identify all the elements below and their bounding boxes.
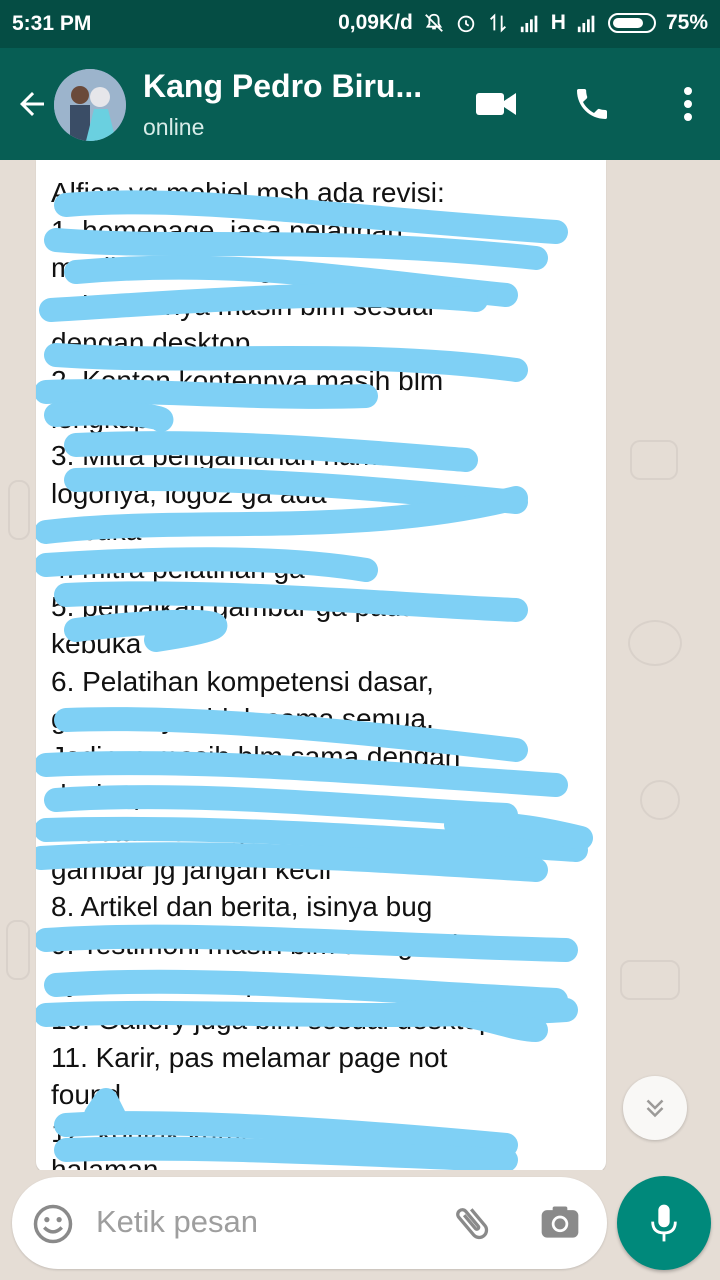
message-line: 5. perbaikan gambar ga pada: [51, 590, 417, 622]
message-line: lengkap: [51, 402, 150, 434]
avatar[interactable]: [54, 69, 126, 141]
message-line: kebuka: [51, 515, 142, 547]
message-line: 6. Pelatihan kompetensi dasar,: [51, 665, 434, 697]
back-arrow-icon[interactable]: [14, 86, 50, 122]
message-line: 2. Konten kontennya masih blm: [51, 364, 444, 396]
more-vert-icon: [684, 87, 692, 121]
signal-icon-2: [577, 15, 595, 33]
message-line: dengan desktop: [51, 327, 251, 359]
battery-icon: [607, 13, 656, 33]
status-time: 5:31 PM: [12, 12, 92, 35]
message-line: kebuka: [51, 628, 142, 660]
message-input[interactable]: Ketik pesan: [96, 1204, 258, 1240]
message-line: gambarnya tidak sama semua.: [51, 703, 434, 735]
message-input-bar: Ketik pesan: [12, 1177, 607, 1269]
message-line: logonya, logo2 ga ada: [51, 477, 327, 509]
message-line: 3. Mitra pengamanan nama: [51, 440, 394, 472]
message-line: 7. detail kelas gambarnya: [51, 816, 371, 848]
more-options-button[interactable]: [662, 78, 714, 130]
battery-percent: 75%: [665, 11, 708, 34]
wallpaper-doodle: [628, 620, 682, 666]
signal-icon: [520, 15, 538, 33]
chat-header: Kang Pedro Biru... online: [0, 48, 720, 160]
message-line: 12. kontak kami: [51, 1116, 248, 1148]
header-actions: [460, 78, 720, 130]
message-line: pelatihannya masih blm sesuai: [51, 289, 434, 321]
message-line: desktop: [51, 778, 150, 810]
message-line: 8. Artikel dan berita, isinya bug: [51, 891, 433, 923]
message-line: nya, cek desktop: [51, 966, 262, 998]
message-text: Alfian yg mobiel msh ada revisi: 1. homep…: [51, 174, 581, 1170]
message-line: Alfian yg mobiel msh ada revisi:: [51, 177, 445, 208]
message-line: 11. Karir, pas melamar page not: [51, 1041, 448, 1073]
status-bar: 5:31 PM 0,09K/d H 75%: [0, 0, 720, 48]
video-call-button[interactable]: [470, 78, 522, 130]
microphone-icon: [651, 1204, 677, 1242]
scroll-down-button[interactable]: [623, 1076, 687, 1140]
camera-icon[interactable]: [538, 1201, 582, 1245]
data-transfer-icon: [489, 13, 506, 33]
voice-message-button[interactable]: [617, 1176, 711, 1270]
network-speed: 0,09K/d: [338, 11, 413, 34]
phone-icon: [577, 89, 607, 119]
message-line: 4. mitra pelatihan ga: [51, 552, 305, 584]
mute-icon: [424, 13, 443, 32]
message-line: gambar jg jangan kecil: [51, 853, 332, 885]
avatar-image: [54, 69, 126, 141]
wallpaper-doodle: [630, 440, 678, 480]
status-icons: 0,09K/d H 75%: [338, 11, 708, 35]
contact-status: online: [143, 114, 205, 140]
network-type: H: [550, 11, 566, 34]
chat-area[interactable]: Alfian yg mobiel msh ada revisi: 1. homep…: [0, 160, 720, 1170]
message-bubble[interactable]: Alfian yg mobiel msh ada revisi: 1. homep…: [36, 160, 606, 1170]
emoji-icon[interactable]: [32, 1203, 74, 1245]
video-camera-icon: [476, 93, 516, 115]
voice-call-button[interactable]: [566, 78, 618, 130]
message-line: 9. Testimoni masih blm ada gambar: [51, 928, 493, 960]
message-line: found: [51, 1079, 122, 1111]
alarm-icon: [457, 15, 475, 33]
message-line: 1. homepage, jasa pelatihan: [51, 214, 403, 246]
wallpaper-doodle: [640, 780, 680, 820]
message-line: 10. Gallery juga blm sesuai desktop: [51, 1004, 495, 1036]
message-line: masih ada kurang: [51, 252, 274, 284]
double-chevron-down-icon: [646, 1099, 664, 1118]
message-line: Jadinya masih blm sama dengan: [51, 740, 461, 772]
contact-name[interactable]: Kang Pedro Biru...: [143, 68, 422, 105]
message-line: halaman: [51, 1154, 159, 1170]
wallpaper-doodle: [8, 480, 30, 540]
wallpaper-doodle: [6, 920, 30, 980]
wallpaper-doodle: [620, 960, 680, 1000]
paperclip-icon[interactable]: [450, 1201, 494, 1245]
